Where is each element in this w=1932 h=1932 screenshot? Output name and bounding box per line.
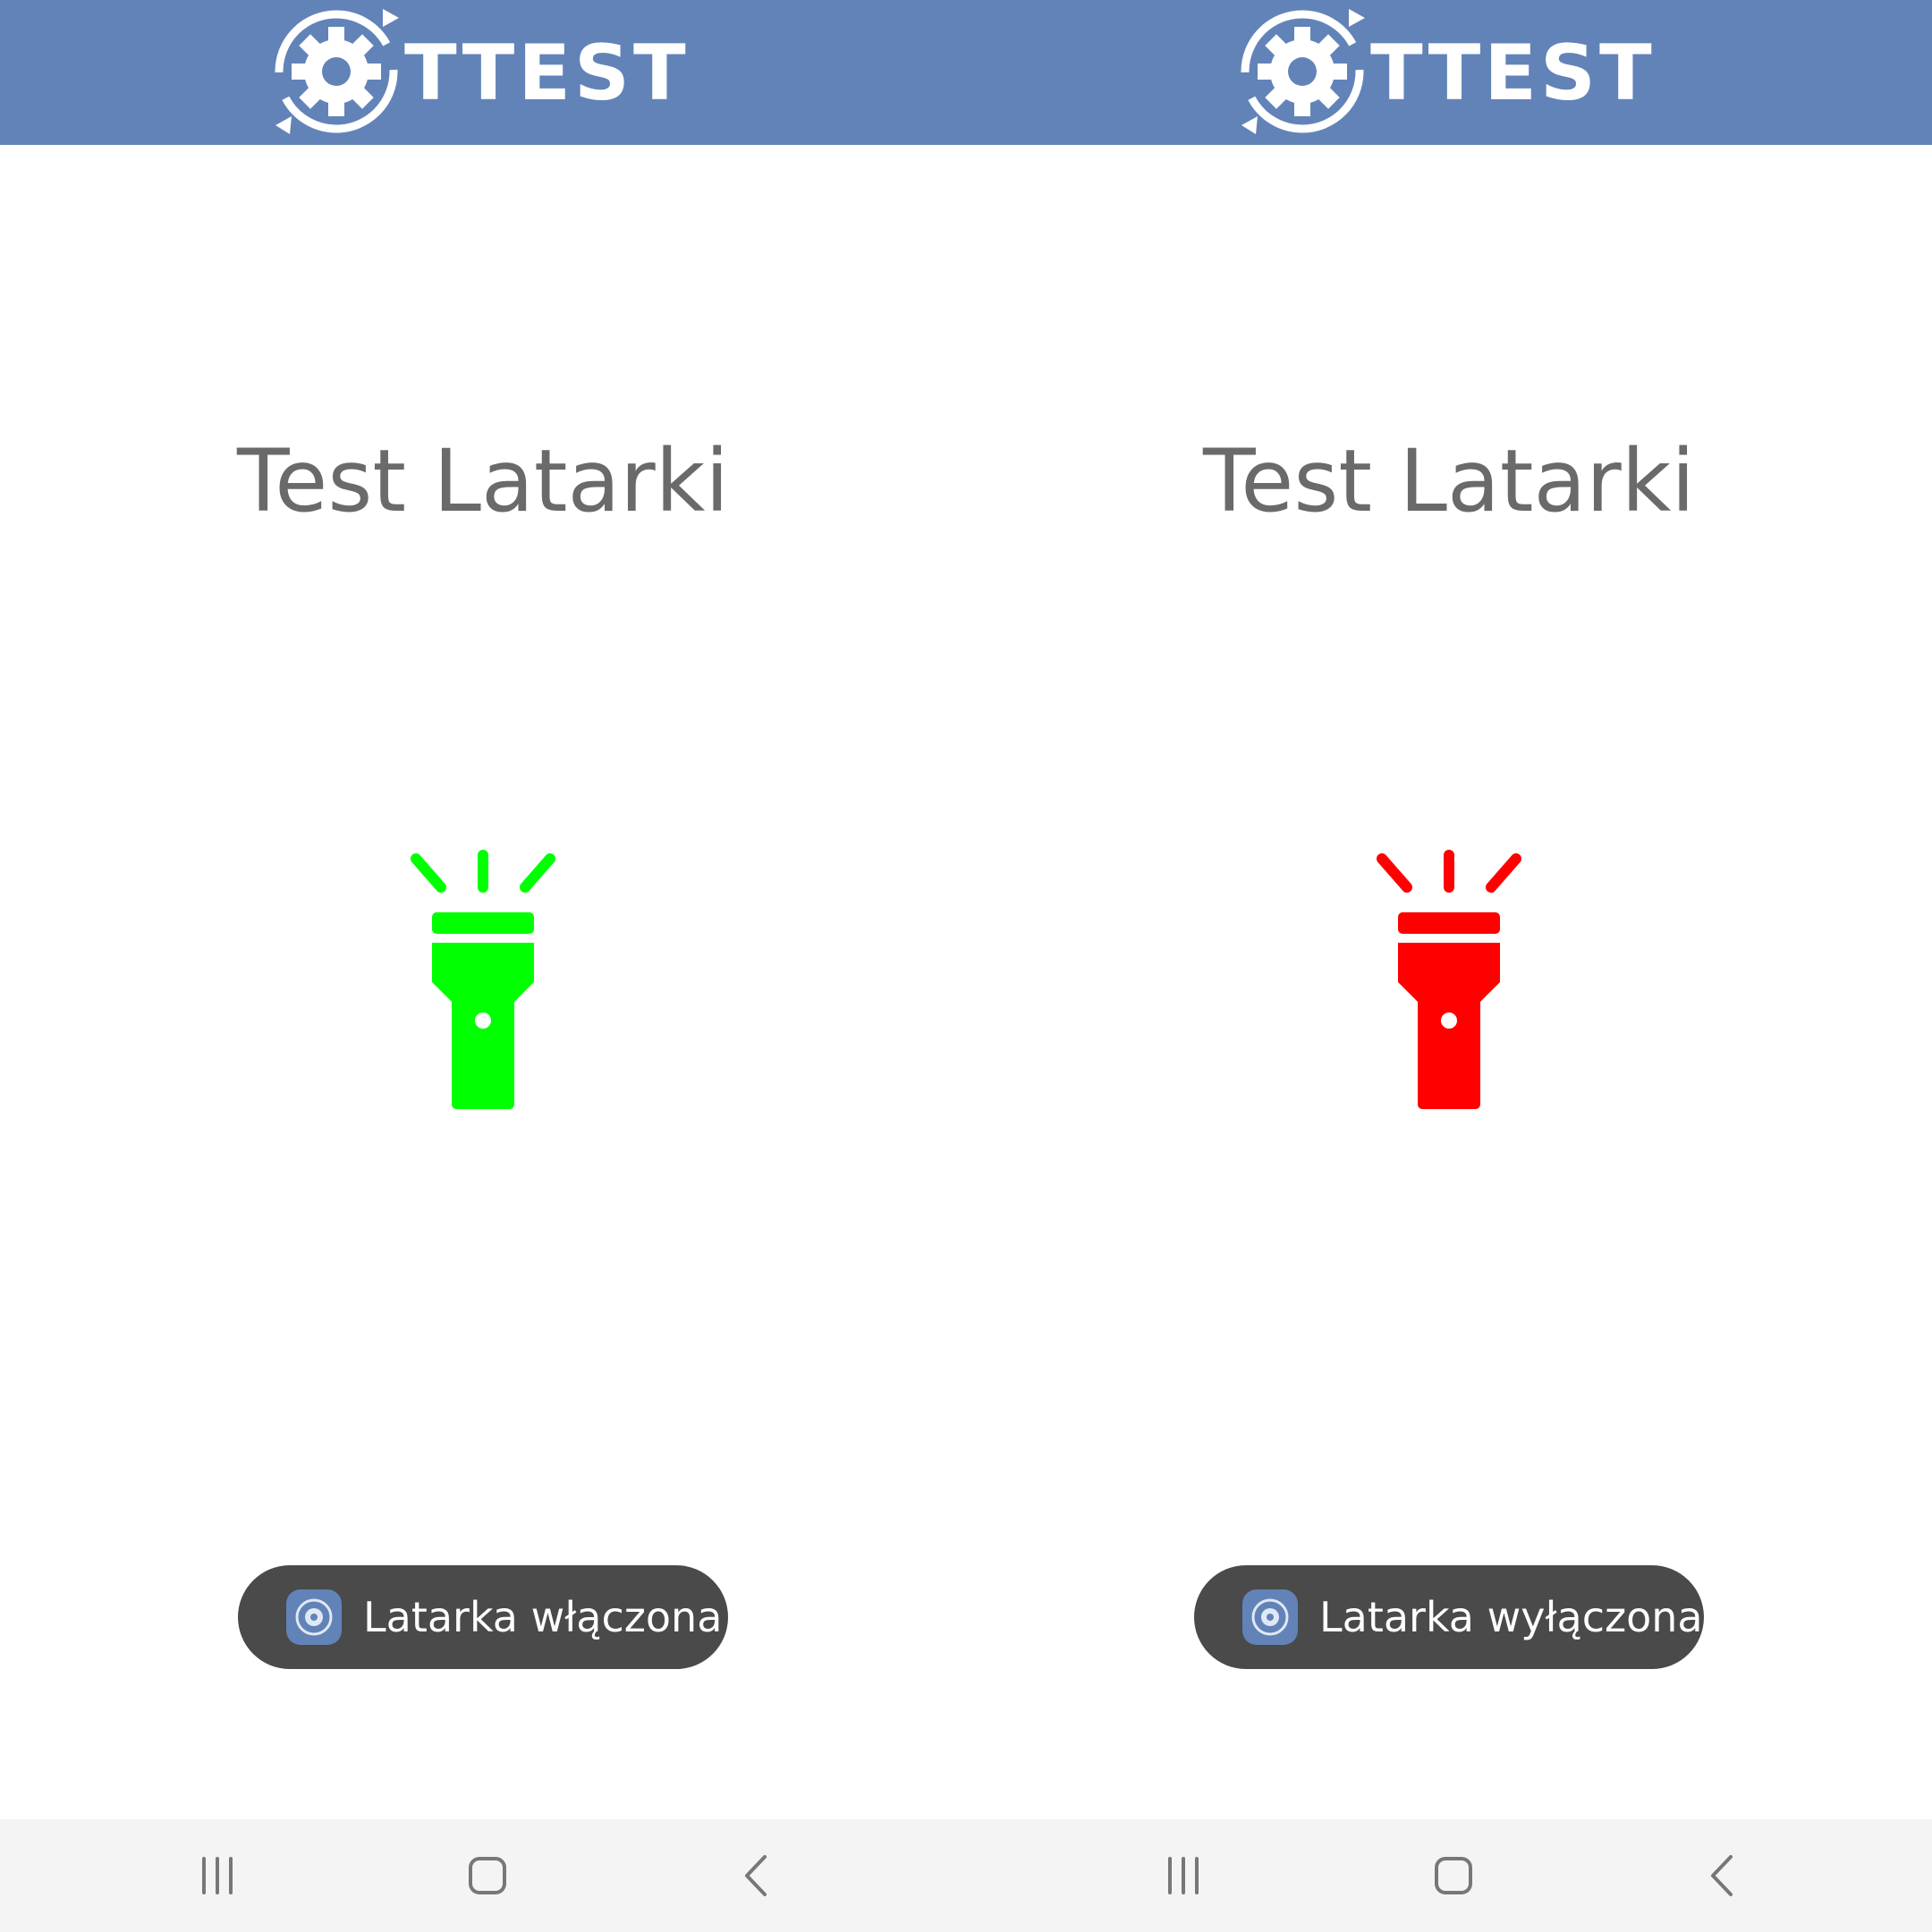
gear-refresh-logo-icon <box>1241 9 1365 134</box>
flashlight-icon[interactable] <box>407 850 559 1118</box>
back-icon[interactable] <box>726 1844 789 1907</box>
home-icon[interactable] <box>456 1844 519 1907</box>
gear-refresh-logo-icon <box>275 9 399 134</box>
app-logo: TTEST <box>268 0 698 145</box>
system-navigation-bar <box>966 1819 1932 1932</box>
page-title: Test Latarki <box>1202 431 1696 531</box>
back-icon[interactable] <box>1692 1844 1755 1907</box>
logo-text: TTEST <box>404 29 690 118</box>
page-title: Test Latarki <box>236 431 730 531</box>
app-header: TTEST <box>966 0 1932 145</box>
logo-text: TTEST <box>1370 29 1656 118</box>
recent-apps-icon[interactable] <box>1152 1844 1215 1907</box>
toast-notification: Latarka wyłączona <box>1194 1565 1704 1669</box>
app-icon <box>1242 1589 1298 1645</box>
system-navigation-bar <box>0 1819 966 1932</box>
recent-apps-icon[interactable] <box>186 1844 249 1907</box>
flashlight-icon[interactable] <box>1373 850 1525 1118</box>
app-logo: TTEST <box>1234 0 1664 145</box>
toast-text: Latarka wyłączona <box>1319 1593 1703 1641</box>
screen-panel-torch-on: TTEST Test Latarki Latarka włączona <box>0 0 966 1932</box>
app-icon <box>286 1589 342 1645</box>
screen-panel-torch-off: TTEST Test Latarki Latarka wyłączona <box>966 0 1932 1932</box>
home-icon[interactable] <box>1422 1844 1485 1907</box>
app-header: TTEST <box>0 0 966 145</box>
toast-text: Latarka włączona <box>363 1593 723 1641</box>
screenshot-pair: TTEST Test Latarki Latarka włączona TTES… <box>0 0 1932 1932</box>
toast-notification: Latarka włączona <box>238 1565 728 1669</box>
